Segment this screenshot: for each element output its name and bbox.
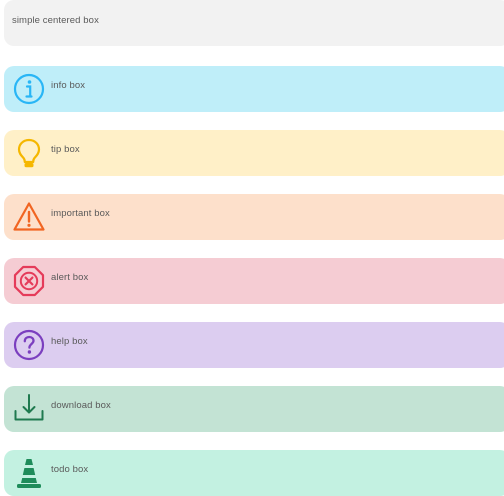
callout-box-list: simple centered box info box tip box imp… xyxy=(0,0,504,496)
cone-icon xyxy=(12,456,46,490)
warning-icon xyxy=(12,200,46,234)
help-box: help box xyxy=(4,322,504,368)
todo-box-label: todo box xyxy=(51,464,89,475)
download-box-label: download box xyxy=(51,400,111,411)
lightbulb-icon xyxy=(12,136,46,170)
info-icon xyxy=(12,72,46,106)
simple-centered-box: simple centered box xyxy=(4,0,504,46)
important-box: important box xyxy=(4,194,504,240)
simple-box-label: simple centered box xyxy=(12,15,99,26)
download-box: download box xyxy=(4,386,504,432)
todo-box: todo box xyxy=(4,450,504,496)
alert-box-label: alert box xyxy=(51,272,89,283)
info-box-label: info box xyxy=(51,80,86,91)
download-icon xyxy=(12,392,46,426)
help-icon xyxy=(12,328,46,362)
tip-box-label: tip box xyxy=(51,144,80,155)
help-box-label: help box xyxy=(51,336,88,347)
important-box-label: important box xyxy=(51,208,110,219)
tip-box: tip box xyxy=(4,130,504,176)
alert-icon xyxy=(12,264,46,298)
alert-box: alert box xyxy=(4,258,504,304)
info-box: info box xyxy=(4,66,504,112)
